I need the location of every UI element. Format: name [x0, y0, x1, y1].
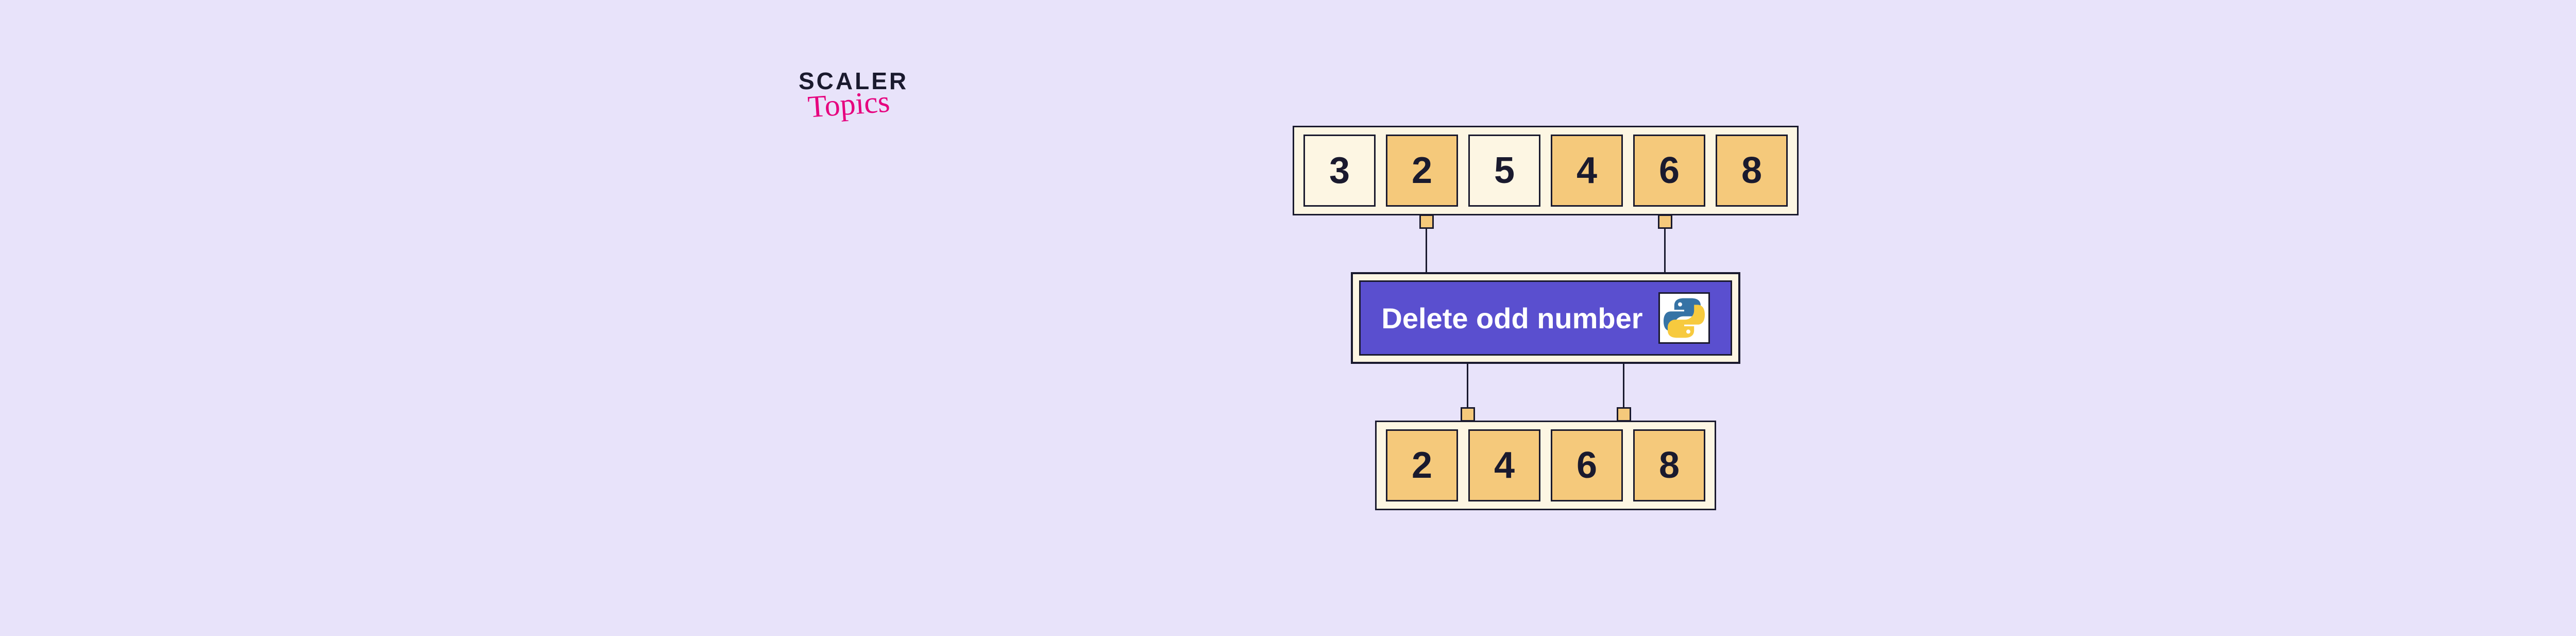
brand-logo: SCALER Topics: [799, 67, 908, 122]
connector-top: [1426, 215, 1666, 272]
logo-sub-text: Topics: [807, 84, 891, 125]
connector-bottom: [1467, 364, 1624, 421]
filter-diagram: 3 2 5 4 6 8 Delete odd number 2 4 6 8: [1293, 126, 1799, 510]
python-logo-svg: [1664, 297, 1705, 339]
connector-line: [1467, 364, 1468, 421]
cell-value: 8: [1659, 444, 1680, 487]
cell-value: 4: [1577, 149, 1597, 192]
input-array: 3 2 5 4 6 8: [1293, 126, 1799, 215]
action-label: Delete odd number: [1381, 302, 1642, 335]
array-cell: 8: [1716, 135, 1788, 207]
array-cell: 6: [1551, 429, 1623, 501]
connector-line: [1664, 215, 1666, 272]
array-cell: 6: [1633, 135, 1705, 207]
array-cell: 4: [1551, 135, 1623, 207]
array-cell: 2: [1386, 135, 1458, 207]
output-array: 2 4 6 8: [1375, 421, 1716, 510]
array-cell: 2: [1386, 429, 1458, 501]
python-icon: [1658, 292, 1710, 344]
array-cell: 4: [1468, 429, 1540, 501]
cell-value: 8: [1741, 149, 1762, 192]
array-cell: 8: [1633, 429, 1705, 501]
array-cell: 3: [1303, 135, 1376, 207]
cell-value: 5: [1494, 149, 1515, 192]
cell-value: 2: [1412, 444, 1432, 487]
cell-value: 6: [1659, 149, 1680, 192]
cell-value: 6: [1577, 444, 1597, 487]
cell-value: 4: [1494, 444, 1515, 487]
action-inner: Delete odd number: [1359, 280, 1732, 356]
connector-line: [1623, 364, 1624, 421]
cell-value: 2: [1412, 149, 1432, 192]
cell-value: 3: [1329, 149, 1350, 192]
connector-line: [1426, 215, 1427, 272]
action-box: Delete odd number: [1351, 272, 1740, 364]
array-cell: 5: [1468, 135, 1540, 207]
